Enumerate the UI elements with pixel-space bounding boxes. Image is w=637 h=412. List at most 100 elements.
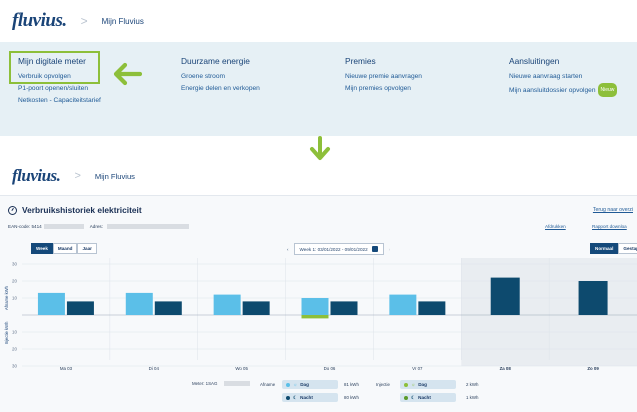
menu-link-nieuwe-premie[interactable]: Nieuwe premie aanvragen bbox=[345, 71, 422, 83]
bar-nacht bbox=[242, 301, 270, 315]
dag-dot-icon bbox=[286, 382, 290, 387]
tab-week[interactable]: Week bbox=[31, 243, 53, 254]
prev-week-icon[interactable]: ‹ bbox=[287, 247, 289, 252]
bar-dag bbox=[301, 298, 329, 315]
consumption-chart: 30 20 10 10 20 30 Afname kWh Injectie kWh Ma 03 D… bbox=[4, 258, 637, 371]
y-tick-label: 30 bbox=[12, 262, 17, 267]
fluvius-logo[interactable]: fluvius. bbox=[12, 166, 61, 186]
bar-nacht bbox=[154, 301, 182, 315]
bar-injectie bbox=[301, 315, 329, 319]
x-tick-label: Zo 09 bbox=[587, 366, 599, 371]
ean-redacted bbox=[43, 224, 84, 229]
y-tick-label: 10 bbox=[12, 330, 17, 335]
menu-col-aansluitingen: Aansluitingen Nieuwe aanvraag starten Mi… bbox=[509, 56, 618, 97]
x-tick-label: Za 08 bbox=[500, 366, 512, 371]
afname-nacht-value: 80 kWh bbox=[344, 395, 359, 400]
legend-injectie-dag[interactable]: ☼ Dag bbox=[400, 380, 456, 389]
menu-link-netkosten[interactable]: Netkosten - Capaciteitstarief bbox=[18, 95, 101, 107]
new-badge: Nieuw bbox=[597, 83, 618, 97]
x-tick-label: Di 04 bbox=[149, 366, 160, 371]
x-tick-label: Do 06 bbox=[324, 366, 336, 371]
ean-address-row: EAN-code: 5414 Adres: bbox=[8, 224, 189, 229]
menu-col-duurzame-energie: Duurzame energie Groene stroom Energie d… bbox=[181, 56, 260, 95]
y-axis-label-injectie: Injectie kWh bbox=[4, 321, 9, 344]
afname-dag-value: 81 kWh bbox=[344, 382, 359, 387]
tab-normaal[interactable]: Normaal bbox=[590, 243, 619, 254]
menu-link-groene-stroom[interactable]: Groene stroom bbox=[181, 71, 260, 83]
week-selector[interactable]: Week 1: 03/01/2022 - 09/01/2022 bbox=[293, 243, 384, 255]
bar-nacht bbox=[418, 301, 446, 315]
dag-label: Dag bbox=[418, 382, 427, 387]
x-tick-label: Wo 05 bbox=[235, 366, 248, 371]
y-axis-label-afname: Afname kWh bbox=[4, 285, 9, 310]
moon-icon: ☾ bbox=[293, 394, 298, 400]
tab-jaar[interactable]: Jaar bbox=[77, 243, 97, 254]
address-redacted bbox=[107, 224, 189, 229]
chart-legend: Meter: 1SAG Afname ☼ Dag 81 kWh Injectie… bbox=[0, 376, 637, 412]
tab-maand[interactable]: Maand bbox=[52, 243, 78, 254]
bar-nacht bbox=[578, 281, 608, 315]
nacht-label: Nacht bbox=[300, 395, 313, 400]
arrow-down-icon bbox=[310, 136, 330, 160]
period-tabs: Week Maand Jaar bbox=[31, 243, 97, 254]
menu-col-title: Aansluitingen bbox=[509, 56, 560, 66]
back-to-overview-link[interactable]: Terug naar overzi bbox=[593, 207, 633, 213]
address-label: Adres: bbox=[89, 224, 103, 229]
menu-link-aansluitdossier[interactable]: Mijn aansluitdossier opvolgen Nieuw bbox=[509, 83, 618, 97]
menu-link-energie-delen[interactable]: Energie delen en verkopen bbox=[181, 83, 260, 95]
x-tick-label: Ma 03 bbox=[60, 366, 73, 371]
breadcrumb-mijn-fluvius[interactable]: Mijn Fluvius bbox=[102, 17, 144, 26]
sun-icon: ☼ bbox=[411, 382, 416, 387]
afname-label: Afname bbox=[260, 382, 276, 387]
injectie-dag-value: 2 kWh bbox=[466, 382, 479, 387]
meter-icon bbox=[8, 205, 17, 215]
legend-afname-nacht[interactable]: ☾ Nacht bbox=[282, 393, 338, 402]
page-header: fluvius. > Mijn Fluvius bbox=[0, 162, 637, 190]
bar-nacht bbox=[66, 301, 94, 315]
y-tick-label: 20 bbox=[12, 279, 17, 284]
bar-dag bbox=[125, 292, 153, 315]
week-label: Week 1: 03/01/2022 - 09/01/2022 bbox=[299, 246, 368, 252]
bar-dag bbox=[37, 292, 65, 315]
arrow-left-icon bbox=[113, 62, 142, 86]
sun-icon: ☼ bbox=[293, 382, 298, 387]
menu-link-p1-poort[interactable]: P1-poort openen/sluiten bbox=[18, 83, 101, 95]
moon-icon: ☾ bbox=[411, 394, 416, 400]
y-tick-label: 10 bbox=[12, 296, 17, 301]
menu-link-aansluitdossier-label: Mijn aansluitdossier opvolgen bbox=[509, 86, 596, 94]
fluvius-logo[interactable]: fluvius. bbox=[12, 10, 67, 32]
print-link[interactable]: Afdrukken bbox=[545, 224, 566, 229]
legend-afname-dag[interactable]: ☼ Dag bbox=[282, 380, 338, 389]
menu-col-title: Duurzame energie bbox=[181, 56, 250, 66]
top-header: fluvius. > Mijn Fluvius bbox=[0, 0, 637, 42]
y-tick-label: 20 bbox=[12, 347, 17, 352]
tab-gestapeld[interactable]: Gestapel bbox=[618, 243, 637, 254]
legend-injectie-nacht[interactable]: ☾ Nacht bbox=[400, 393, 456, 402]
highlight-box bbox=[9, 51, 100, 84]
page-title: Verbruikshistoriek elektriciteit bbox=[8, 205, 142, 215]
breadcrumb-mijn-fluvius[interactable]: Mijn Fluvius bbox=[95, 172, 135, 181]
download-report-link[interactable]: Rapport downloa bbox=[592, 224, 627, 229]
menu-link-nieuwe-aanvraag[interactable]: Nieuwe aanvraag starten bbox=[509, 71, 617, 83]
breadcrumb-separator: > bbox=[74, 170, 81, 182]
menu-link-mijn-premies[interactable]: Mijn premies opvolgen bbox=[345, 83, 422, 95]
calendar-icon bbox=[371, 246, 378, 252]
bar-dag bbox=[389, 294, 417, 315]
dag-dot-icon bbox=[404, 382, 408, 387]
week-navigator: ‹ Week 1: 03/01/2022 - 09/01/2022 › bbox=[287, 243, 390, 255]
nacht-dot-icon bbox=[286, 395, 290, 400]
y-tick-label: 30 bbox=[12, 364, 17, 369]
menu-col-premies: Premies Nieuwe premie aanvragen Mijn pre… bbox=[345, 56, 422, 95]
next-week-icon[interactable]: › bbox=[389, 247, 391, 252]
meter-label: Meter: 1SAG bbox=[192, 381, 218, 386]
breadcrumb-separator: > bbox=[80, 14, 88, 28]
bar-nacht bbox=[490, 277, 520, 315]
meter-redacted bbox=[224, 381, 250, 386]
x-tick-label: Vr 07 bbox=[412, 366, 423, 371]
menu-col-title: Premies bbox=[345, 56, 376, 66]
ean-label: EAN-code: 5414 bbox=[8, 224, 42, 229]
page-title-text: Verbruikshistoriek elektriciteit bbox=[22, 205, 142, 215]
bar-nacht bbox=[330, 301, 358, 315]
nacht-dot-icon bbox=[404, 395, 408, 400]
injectie-label: Injectie bbox=[376, 382, 390, 387]
